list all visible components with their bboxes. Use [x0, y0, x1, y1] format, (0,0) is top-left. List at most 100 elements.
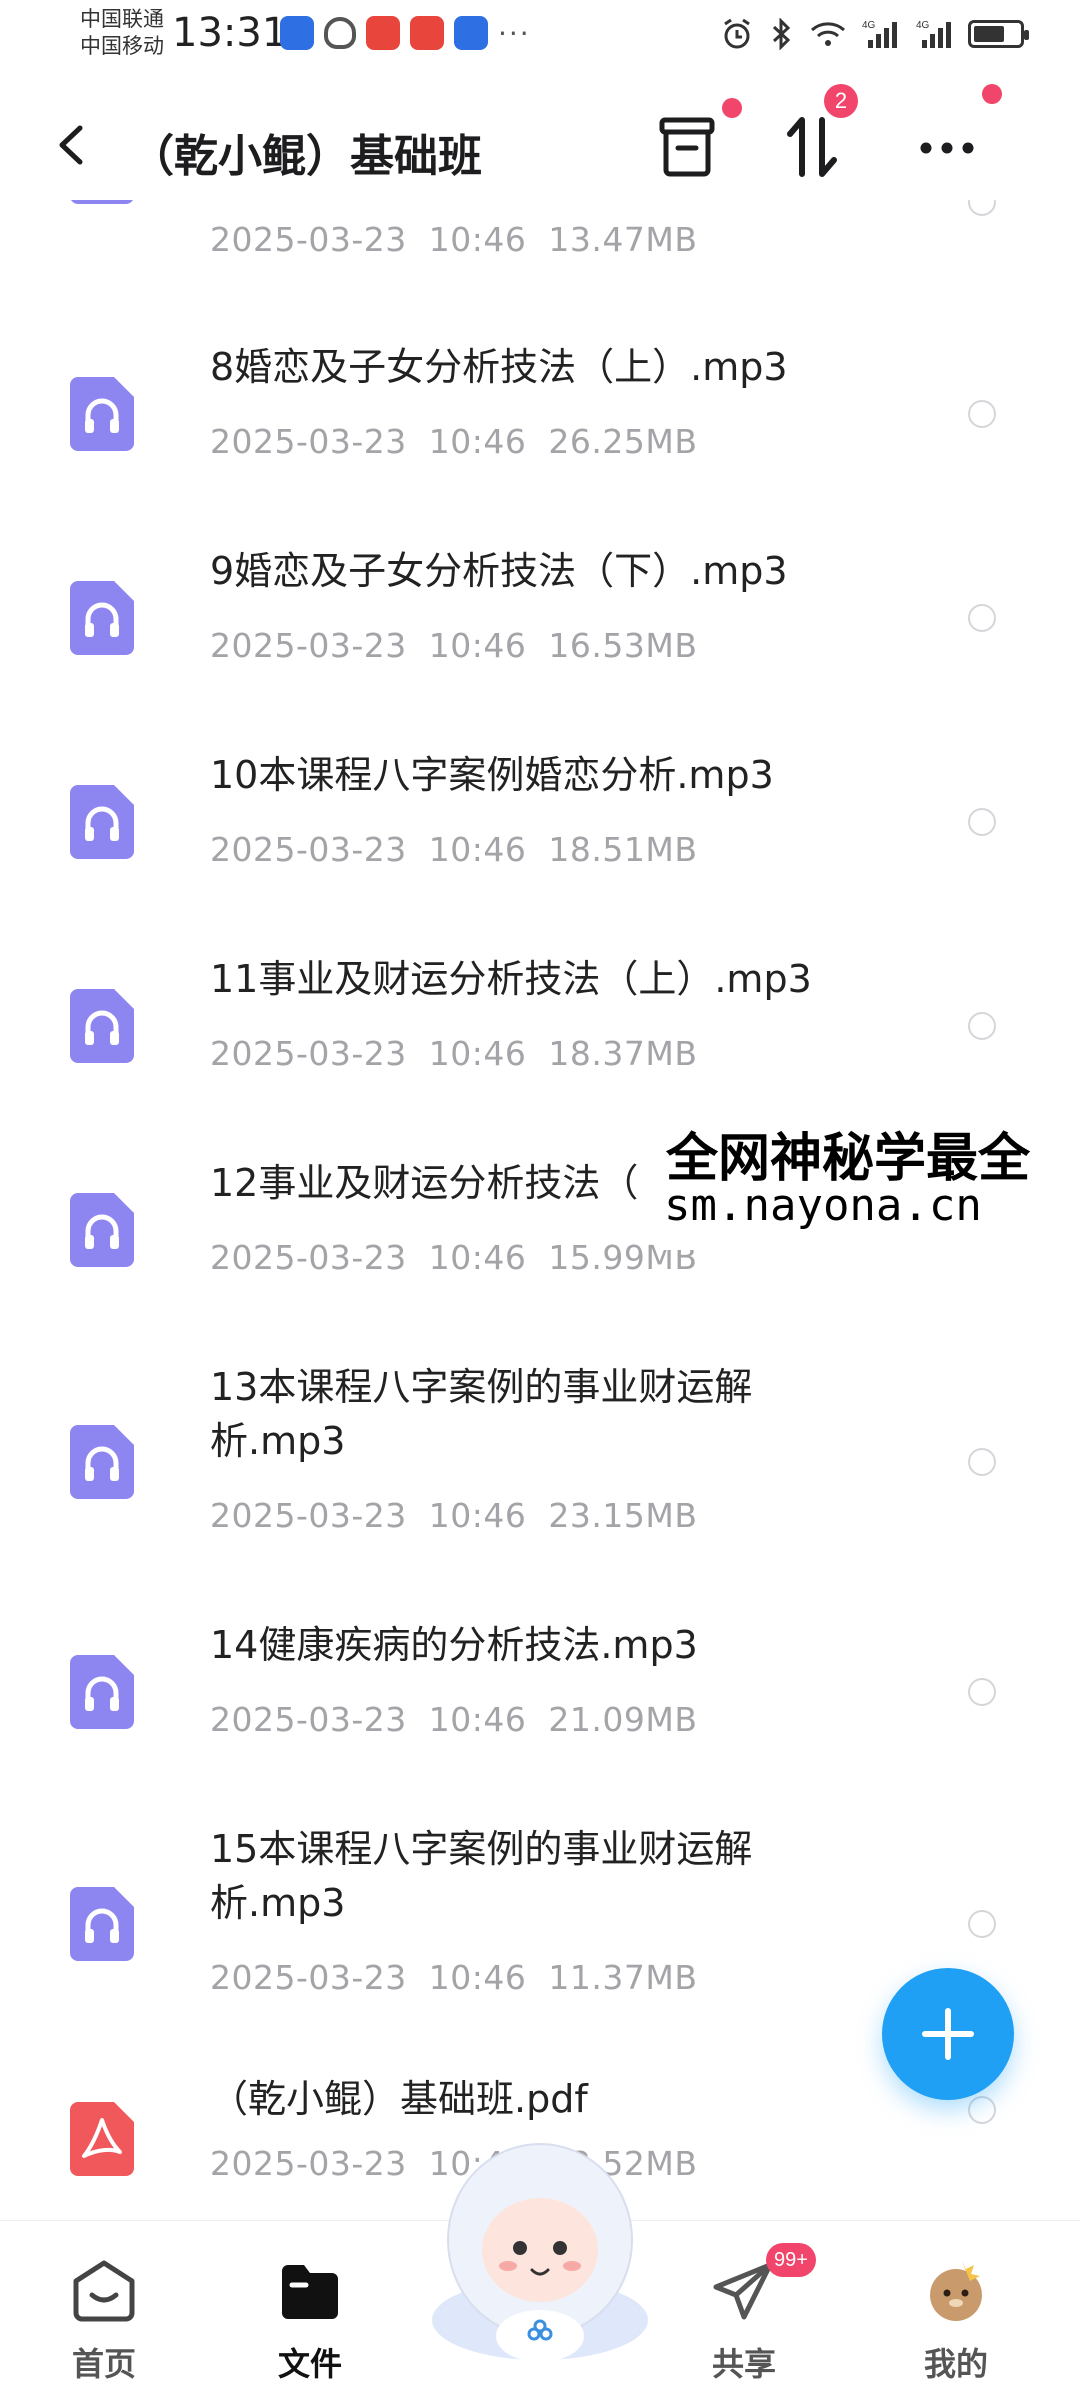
- carrier-1: 中国联通: [80, 7, 164, 31]
- nav-share[interactable]: 99+ 共享: [664, 2221, 824, 2401]
- list-item[interactable]: 14健康疾病的分析技法.mp3 2025-03-23 10:46 21.09MB: [0, 1618, 1080, 1798]
- pdf-file-icon: [70, 2102, 134, 2176]
- file-time: 10:46: [428, 1496, 527, 1535]
- file-name: 8婚恋及子女分析技法（上）.mp3: [210, 345, 788, 389]
- battery-icon: [968, 20, 1029, 48]
- file-size: 26.25MB: [548, 422, 698, 461]
- select-radio[interactable]: [968, 400, 996, 428]
- file-date: 2025-03-23: [210, 220, 407, 259]
- home-icon: [73, 2260, 135, 2322]
- back-arrow-icon[interactable]: [52, 120, 92, 170]
- file-name: 13本课程八字案例的事业财运解析.mp3: [210, 1365, 753, 1463]
- nav-files[interactable]: 文件: [230, 2221, 390, 2401]
- nav-mine-label: 我的: [923, 2345, 988, 2383]
- file-meta: 2025-03-23 10:46 23.15MB: [210, 1496, 719, 1535]
- clock: 13:31: [172, 10, 288, 56]
- file-size: 16.53MB: [548, 626, 698, 665]
- file-meta: 2025-03-23 10:46 13.47MB: [210, 220, 719, 259]
- transfer-icon[interactable]: [778, 112, 848, 182]
- file-size: 18.51MB: [548, 830, 698, 869]
- file-time: 10:46: [428, 422, 527, 461]
- select-radio[interactable]: [968, 808, 996, 836]
- list-item[interactable]: 11事业及财运分析技法（上）.mp3 2025-03-23 10:46 18.37M…: [0, 952, 1080, 1132]
- file-time: 10:46: [428, 830, 527, 869]
- select-radio[interactable]: [968, 1678, 996, 1706]
- folder-icon: [282, 2265, 338, 2319]
- file-time: 10:46: [428, 1034, 527, 1073]
- file-date: 2025-03-23: [210, 830, 407, 869]
- watermark: 全网神秘学最全 sm.nayona.cn: [662, 1110, 1072, 1250]
- nav-share-label: 共享: [711, 2345, 776, 2383]
- more-options-icon[interactable]: [912, 112, 982, 182]
- carrier-info: 中国联通 中国移动: [80, 6, 164, 60]
- app-notification-icon: [280, 16, 314, 50]
- file-time: 10:46: [428, 220, 527, 259]
- page-title: （乾小鲲）基础班: [130, 131, 482, 182]
- app-notification-icon: [454, 16, 488, 50]
- file-name: 14健康疾病的分析技法.mp3: [210, 1623, 698, 1667]
- header: （乾小鲲）基础班 2: [0, 84, 1080, 200]
- nav-files-label: 文件: [277, 2345, 342, 2383]
- select-radio[interactable]: [968, 1448, 996, 1476]
- file-meta: 2025-03-23 10:46 26.25MB: [210, 422, 719, 461]
- file-meta: 2025-03-23 10:46 18.37MB: [210, 1034, 719, 1073]
- status-bar: 中国联通 中国移动 13:31 ··· 4G 4G: [0, 0, 1080, 88]
- share-badge: 99+: [766, 2243, 816, 2277]
- audio-file-icon: [70, 989, 134, 1063]
- avatar-icon: [930, 2261, 982, 2321]
- list-item[interactable]: 9婚恋及子女分析技法（下）.mp3 2025-03-23 10:46 16.53MB: [0, 544, 1080, 724]
- file-meta: 2025-03-23 10:46 15.99MB: [210, 1238, 719, 1277]
- audio-file-icon: [70, 1425, 134, 1499]
- select-radio[interactable]: [968, 1012, 996, 1040]
- file-date: 2025-03-23: [210, 1700, 407, 1739]
- file-size: 21.09MB: [548, 1700, 698, 1739]
- file-name: 10本课程八字案例婚恋分析.mp3: [210, 753, 774, 797]
- notification-icons: ···: [280, 16, 531, 50]
- network-type-2: 4G: [916, 20, 930, 31]
- file-size: 13.47MB: [548, 220, 698, 259]
- alarm-icon: [724, 18, 750, 49]
- file-date: 2025-03-23: [210, 1958, 407, 1997]
- network-type-1: 4G: [862, 20, 876, 31]
- audio-file-icon: [70, 377, 134, 451]
- list-item[interactable]: 10本课程八字案例婚恋分析.mp3 2025-03-23 10:46 18.51MB: [0, 748, 1080, 928]
- file-name: 11事业及财运分析技法（上）.mp3: [210, 957, 812, 1001]
- file-time: 10:46: [428, 1958, 527, 1997]
- transfer-badge: 2: [824, 84, 858, 118]
- list-item[interactable]: 13本课程八字案例的事业财运解析.mp3 2025-03-23 10:46 23.1…: [0, 1360, 1080, 1580]
- file-meta: 2025-03-23 10:46 21.09MB: [210, 1700, 719, 1739]
- app-notification-icon: [366, 16, 400, 50]
- file-size: 18.37MB: [548, 1034, 698, 1073]
- nav-home-label: 首页: [71, 2345, 136, 2383]
- archive-icon[interactable]: [652, 112, 722, 182]
- file-size: 11.37MB: [548, 1958, 698, 1997]
- select-radio[interactable]: [968, 2096, 996, 2124]
- more-notifications-icon: ···: [498, 16, 531, 50]
- audio-file-icon: [70, 1887, 134, 1961]
- file-meta: 2025-03-23 10:46 16.53MB: [210, 626, 719, 665]
- nav-mine[interactable]: 我的: [876, 2221, 1036, 2401]
- signal-icon: 4G: [862, 20, 897, 48]
- list-item[interactable]: 8婚恋及子女分析技法（上）.mp3 2025-03-23 10:46 26.25MB: [0, 340, 1080, 520]
- audio-file-icon: [70, 581, 134, 655]
- audio-file-icon: [70, 1193, 134, 1267]
- select-radio[interactable]: [968, 604, 996, 632]
- file-date: 2025-03-23: [210, 626, 407, 665]
- file-time: 10:46: [428, 1238, 527, 1277]
- list-item[interactable]: 2025-03-23 10:46 13.47MB: [0, 130, 1080, 290]
- add-button[interactable]: [882, 1968, 1014, 2100]
- wifi-icon: [811, 22, 845, 46]
- watermark-line2: sm.nayona.cn: [664, 1180, 982, 1231]
- file-name: 15本课程八字案例的事业财运解析.mp3: [210, 1827, 753, 1925]
- audio-file-icon: [70, 785, 134, 859]
- bluetooth-icon: [772, 18, 791, 50]
- nav-home[interactable]: 首页: [24, 2221, 184, 2401]
- more-notification-dot: [982, 84, 1002, 104]
- mascot-assistant-icon[interactable]: [428, 2130, 652, 2370]
- system-icons: 4G 4G: [722, 18, 1029, 50]
- app-notification-icon: [410, 16, 444, 50]
- file-date: 2025-03-23: [210, 1496, 407, 1535]
- select-radio[interactable]: [968, 1910, 996, 1938]
- file-date: 2025-03-23: [210, 2144, 407, 2183]
- file-time: 10:46: [428, 1700, 527, 1739]
